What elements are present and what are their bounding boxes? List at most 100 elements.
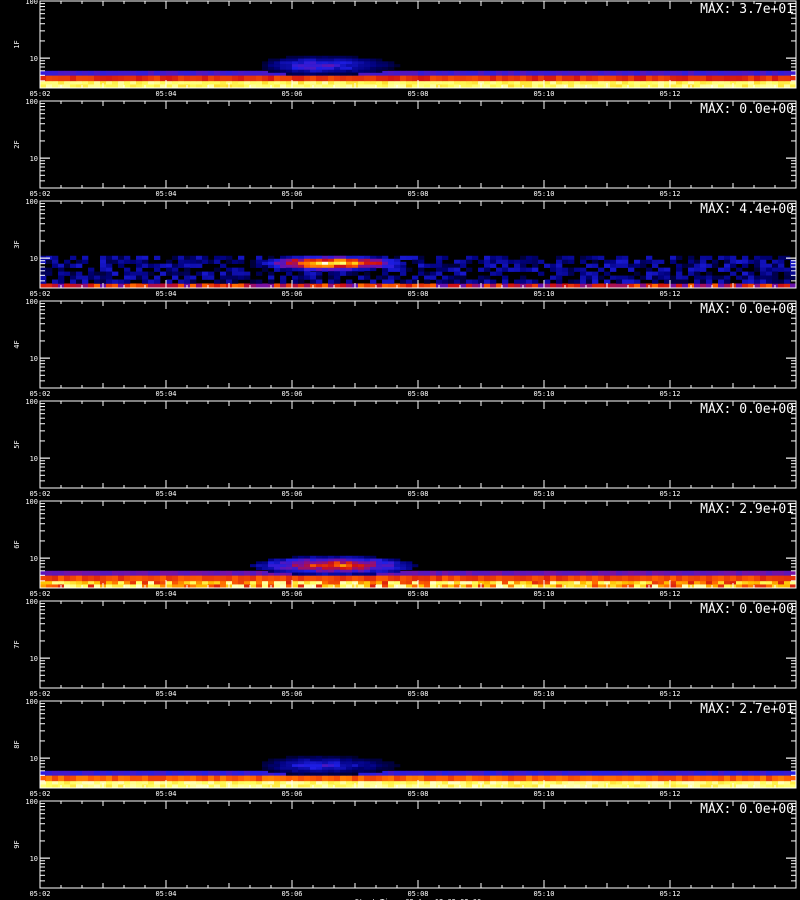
heatmap-cell [334,755,341,759]
x-tick-label: 05:10 [533,690,554,698]
heatmap-cell [514,267,521,272]
heatmap-cell [436,775,443,782]
heatmap-cell [52,780,59,785]
heatmap-cell [214,255,221,261]
heatmap-cell [484,780,491,785]
heatmap-cell [322,58,329,62]
heatmap-cell [448,70,455,76]
heatmap-cell [706,70,713,76]
heatmap-cell [64,780,71,785]
heatmap-cell [520,263,527,268]
heatmap-cell [736,267,743,272]
heatmap-cell [604,775,611,782]
heatmap-cell [238,70,245,76]
heatmap-cell [208,775,215,782]
heatmap-cell [226,775,233,782]
heatmap-cell [184,279,191,284]
heatmap-cell [670,255,677,261]
heatmap-cell [214,575,221,582]
heatmap-cell [580,575,587,582]
heatmap-cell [298,572,305,576]
heatmap-cell [574,780,581,785]
heatmap-cell [778,775,785,782]
heatmap-cell [292,58,299,62]
heatmap-cell [304,580,311,585]
heatmap-cell [688,259,695,264]
heatmap-cell [184,75,191,82]
heatmap-cell [304,558,311,562]
heatmap-cell [274,558,281,562]
heatmap-cell [136,259,143,264]
heatmap-cell [172,271,179,276]
heatmap-cell [706,75,713,82]
heatmap-cell [82,255,89,261]
x-tick-label: 05:06 [281,190,302,198]
heatmap-cell [244,570,251,576]
heatmap-cell [724,80,731,85]
heatmap-cell [574,70,581,76]
heatmap-cell [364,66,371,71]
heatmap-cell [280,758,287,762]
heatmap-cell [406,775,413,782]
heatmap-cell [454,780,461,785]
heatmap-cell [334,575,341,582]
heatmap-cell [346,758,353,762]
heatmap-cell [262,564,269,568]
heatmap-cell [550,580,557,585]
heatmap-cell [592,775,599,782]
x-tick-label: 05:04 [155,490,176,498]
heatmap-cell [544,263,551,268]
heatmap-cell [172,580,179,585]
heatmap-cell [112,271,119,276]
heatmap-cell [460,75,467,82]
heatmap-cell [226,271,233,276]
heatmap-cell [682,575,689,582]
heatmap-cell [310,64,317,68]
heatmap-cell [706,80,713,85]
heatmap-cell [406,564,413,568]
heatmap-cell [112,780,119,785]
heatmap-cell [502,275,509,280]
heatmap-cell [352,55,359,59]
heatmap-cell [310,580,317,585]
heatmap-cell [364,255,371,260]
heatmap-cell [136,70,143,76]
heatmap-cell [262,561,269,565]
heatmap-cell [364,569,371,573]
heatmap-cell [118,770,125,776]
heatmap-cell [352,564,359,568]
heatmap-cell [694,770,701,776]
heatmap-cell [340,69,347,73]
heatmap-cell [646,780,653,785]
heatmap-cell [724,259,731,264]
heatmap-cell [664,279,671,284]
heatmap-cell [562,255,569,261]
x-tick-label: 05:02 [29,390,50,398]
spectrogram-stack: 1010005:02 05:04 05:06 05:08 05:10 05:121FMAX… [13,0,797,900]
heatmap-cell [202,275,209,280]
heatmap-cell [676,770,683,776]
heatmap-cell [694,80,701,85]
heatmap-cell [382,61,389,65]
heatmap-cell [364,766,371,771]
heatmap-cell [106,70,113,76]
heatmap-cell [580,70,587,76]
heatmap-cell [202,255,209,261]
heatmap-cell [292,264,299,269]
heatmap-cell [334,775,341,782]
heatmap-cell [496,70,503,76]
heatmap-cell [238,775,245,782]
heatmap-cell [772,575,779,582]
x-tick-label: 05:08 [407,890,428,898]
heatmap-cell [226,75,233,82]
heatmap-cell [244,775,251,782]
heatmap-cell [592,570,599,576]
heatmap-cell [310,566,317,571]
y-axis-label: 9F [13,840,21,848]
heatmap-cell [316,564,323,568]
heatmap-cell [322,769,329,773]
heatmap-cell [328,255,335,260]
y-axis-ticks [40,300,796,389]
heatmap-cell [334,772,341,776]
heatmap-cell [256,80,263,85]
